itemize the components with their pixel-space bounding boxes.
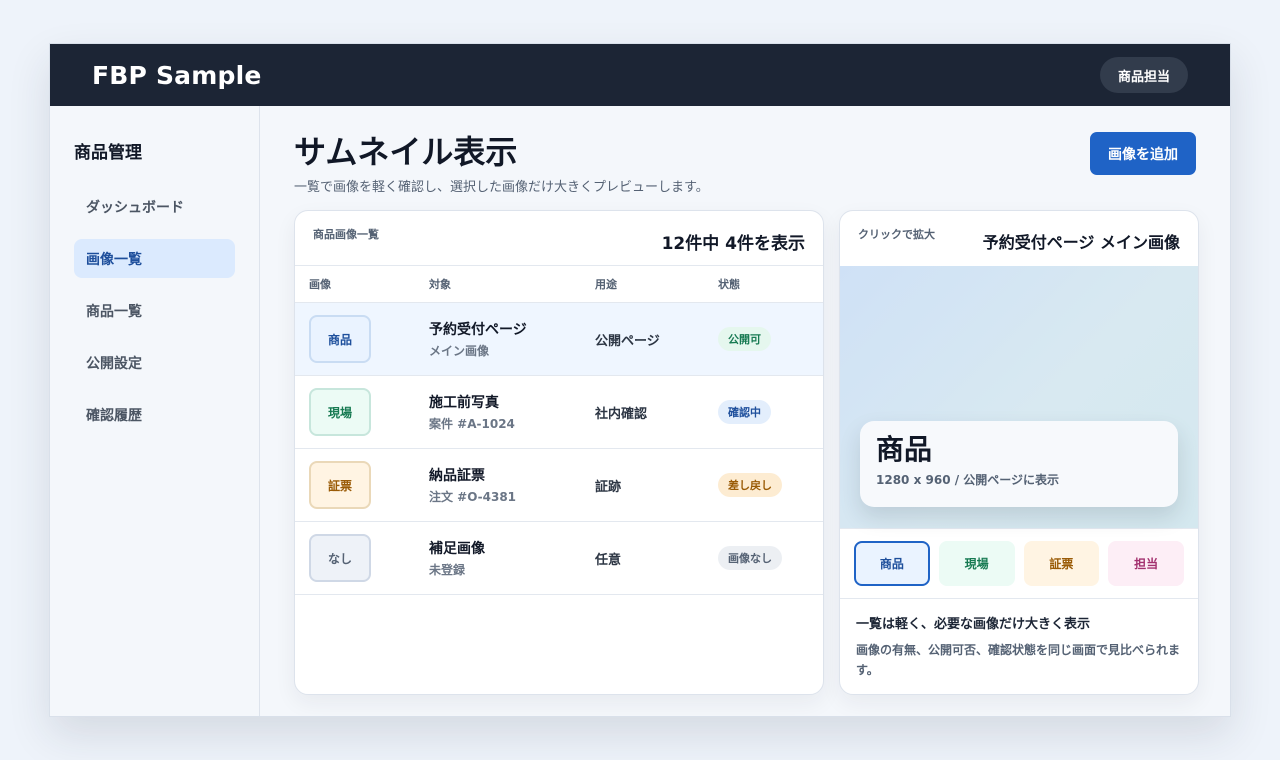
sidebar-item-image-list[interactable]: 画像一覧 bbox=[74, 239, 235, 278]
row-usage: 証跡 bbox=[595, 479, 622, 495]
sidebar-item-dashboard[interactable]: ダッシュボード bbox=[74, 187, 235, 226]
thumbnail[interactable]: 証票 bbox=[309, 461, 371, 509]
top-bar: FBP Sample 商品担当 bbox=[50, 44, 1230, 106]
image-list-card: 商品画像一覧 12件中 4件を表示 画像 対象 用途 状態 商品 予約受付ページ… bbox=[294, 210, 824, 695]
preview-title: 予約受付ページ メイン画像 bbox=[982, 233, 1180, 252]
table-row[interactable]: なし 補足画像 未登録 任意 画像なし bbox=[295, 522, 823, 595]
status-badge: 確認中 bbox=[718, 400, 771, 424]
sidebar-item-publish-settings[interactable]: 公開設定 bbox=[74, 343, 235, 382]
row-usage: 社内確認 bbox=[595, 406, 648, 422]
thumbnail[interactable]: なし bbox=[309, 534, 371, 582]
preview-note-body: 画像の有無、公開可否、確認状態を同じ画面で見比べられます。 bbox=[856, 643, 1181, 677]
app-window: FBP Sample 商品担当 商品管理 ダッシュボード 画像一覧 商品一覧 公… bbox=[49, 43, 1231, 717]
preview-image[interactable]: 商品 1280 x 960 / 公開ページに表示 bbox=[840, 266, 1198, 528]
preview-note: 一覧は軽く、必要な画像だけ大きく表示 画像の有無、公開可否、確認状態を同じ画面で… bbox=[840, 599, 1198, 694]
row-usage: 任意 bbox=[595, 552, 622, 568]
row-target: 補足画像 bbox=[429, 541, 485, 557]
list-count: 12件中 4件を表示 bbox=[661, 234, 805, 254]
preview-note-title: 一覧は軽く、必要な画像だけ大きく表示 bbox=[856, 617, 1091, 632]
status-badge: 画像なし bbox=[718, 546, 782, 570]
preview-caption-title: 商品 bbox=[876, 433, 933, 466]
status-badge: 差し戻し bbox=[718, 473, 782, 497]
page-description: 一覧で画像を軽く確認し、選択した画像だけ大きくプレビューします。 bbox=[294, 180, 709, 195]
row-target-sub: 案件 #A-1024 bbox=[429, 417, 515, 431]
sidebar: 商品管理 ダッシュボード 画像一覧 商品一覧 公開設定 確認履歴 bbox=[50, 106, 260, 716]
status-badge: 公開可 bbox=[718, 327, 771, 351]
row-target-sub: メイン画像 bbox=[429, 344, 490, 358]
row-usage: 公開ページ bbox=[595, 333, 660, 349]
list-label: 商品画像一覧 bbox=[313, 228, 379, 241]
page-title: サムネイル表示 bbox=[294, 133, 518, 171]
sidebar-item-product-list[interactable]: 商品一覧 bbox=[74, 291, 235, 330]
row-target: 施工前写真 bbox=[429, 395, 499, 411]
row-target: 予約受付ページ bbox=[429, 322, 527, 338]
preview-caption-meta: 1280 x 960 / 公開ページに表示 bbox=[876, 473, 1060, 487]
role-chip[interactable]: 商品担当 bbox=[1099, 57, 1188, 93]
thumbnail[interactable]: 現場 bbox=[309, 388, 371, 436]
sidebar-item-review-history[interactable]: 確認履歴 bbox=[74, 395, 235, 434]
preview-chip-owner[interactable]: 担当 bbox=[1108, 541, 1184, 586]
thumbnail[interactable]: 商品 bbox=[309, 315, 371, 363]
preview-card: クリックで拡大 予約受付ページ メイン画像 商品 1280 x 960 / 公開… bbox=[839, 210, 1199, 695]
app-title: FBP Sample bbox=[92, 60, 262, 90]
table-row[interactable]: 証票 納品証票 注文 #O-4381 証跡 差し戻し bbox=[295, 449, 823, 522]
preview-chip-voucher[interactable]: 証票 bbox=[1023, 541, 1100, 586]
row-target: 納品証票 bbox=[429, 468, 485, 484]
main-content: サムネイル表示 一覧で画像を軽く確認し、選択した画像だけ大きくプレビューします。… bbox=[260, 106, 1230, 716]
row-target-sub: 注文 #O-4381 bbox=[429, 490, 517, 504]
table-row[interactable]: 現場 施工前写真 案件 #A-1024 社内確認 確認中 bbox=[295, 376, 823, 449]
preview-chip-group: 商品 現場 証票 担当 bbox=[840, 528, 1198, 599]
preview-chip-site[interactable]: 現場 bbox=[938, 541, 1015, 586]
column-header-usage: 用途 bbox=[595, 278, 617, 291]
column-header-target: 対象 bbox=[429, 278, 451, 291]
row-target-sub: 未登録 bbox=[429, 563, 466, 577]
sidebar-title: 商品管理 bbox=[74, 143, 142, 163]
table-header: 画像 対象 用途 状態 bbox=[295, 266, 823, 303]
preview-chip-product[interactable]: 商品 bbox=[854, 541, 930, 586]
preview-caption: 商品 1280 x 960 / 公開ページに表示 bbox=[860, 421, 1178, 507]
column-header-image: 画像 bbox=[309, 278, 331, 291]
add-image-button[interactable]: 画像を追加 bbox=[1090, 132, 1196, 175]
table-row[interactable]: 商品 予約受付ページ メイン画像 公開ページ 公開可 bbox=[295, 303, 823, 376]
column-header-status: 状態 bbox=[718, 278, 740, 291]
preview-label: クリックで拡大 bbox=[858, 228, 935, 241]
